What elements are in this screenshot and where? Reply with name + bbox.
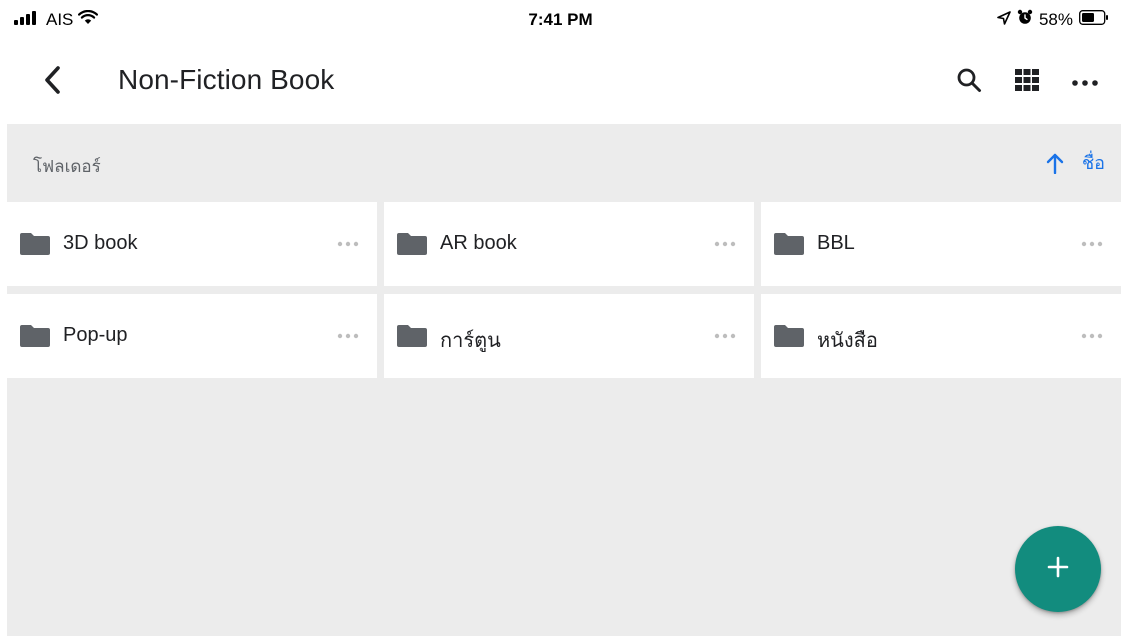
grid-view-button[interactable] [1005, 62, 1049, 102]
more-options-button[interactable] [1063, 62, 1107, 102]
status-bar: AIS 7:41 PM 58% [0, 0, 1121, 40]
section-title: โฟลเดอร์ [33, 157, 101, 176]
folder-name: Pop-up [63, 324, 128, 346]
search-button[interactable] [947, 62, 991, 102]
folder-more-button[interactable] [1077, 230, 1107, 258]
folder-item[interactable]: BBL [761, 202, 1121, 286]
sort-control[interactable]: ชื่อ [1046, 148, 1105, 177]
folder-name: หนังสือ [817, 330, 878, 352]
folder-name: AR book [440, 232, 517, 254]
folder-name: การ์ตูน [440, 330, 501, 352]
folder-item[interactable]: การ์ตูน [384, 294, 754, 378]
more-icon [337, 241, 359, 247]
app-bar: Non-Fiction Book [0, 40, 1121, 124]
section-header: โฟลเดอร์ ชื่อ [7, 124, 1121, 202]
back-button[interactable] [34, 62, 70, 102]
more-icon [1072, 73, 1098, 91]
folder-icon [19, 324, 51, 353]
page-title: Non-Fiction Book [118, 64, 335, 95]
folder-item[interactable]: Pop-up [7, 294, 377, 378]
folder-more-button[interactable] [710, 322, 740, 350]
arrow-up-icon [1046, 152, 1064, 174]
more-icon [1081, 241, 1103, 247]
more-icon [714, 241, 736, 247]
more-icon [1081, 333, 1103, 339]
status-right: 58% [991, 9, 1109, 30]
more-icon [337, 333, 359, 339]
back-icon [42, 65, 62, 100]
folder-more-button[interactable] [333, 322, 363, 350]
folder-icon [773, 232, 805, 261]
folder-item[interactable]: หนังสือ [761, 294, 1121, 378]
folder-name: BBL [817, 232, 855, 254]
folder-icon [396, 232, 428, 261]
more-icon [714, 333, 736, 339]
location-icon [997, 10, 1011, 30]
battery-icon [1079, 9, 1109, 30]
status-time: 7:41 PM [528, 10, 593, 29]
folder-more-button[interactable] [333, 230, 363, 258]
folder-icon [773, 324, 805, 353]
sort-label: ชื่อ [1081, 153, 1105, 173]
folder-name: 3D book [63, 232, 138, 254]
grid-view-icon [1015, 68, 1039, 96]
add-button[interactable] [1015, 526, 1101, 612]
folder-item[interactable]: 3D book [7, 202, 377, 286]
battery-percentage: 58% [1038, 9, 1073, 29]
plus-icon [1046, 555, 1070, 584]
search-icon [956, 67, 982, 98]
folder-item[interactable]: AR book [384, 202, 754, 286]
folder-icon [396, 324, 428, 353]
folder-more-button[interactable] [1077, 322, 1107, 350]
app-actions [933, 62, 1107, 102]
folder-icon [19, 232, 51, 261]
folder-grid: 3D book AR book BBL Pop-up การ์ตูน หนังส… [7, 202, 1121, 636]
folder-more-button[interactable] [710, 230, 740, 258]
alarm-icon [1017, 9, 1033, 30]
